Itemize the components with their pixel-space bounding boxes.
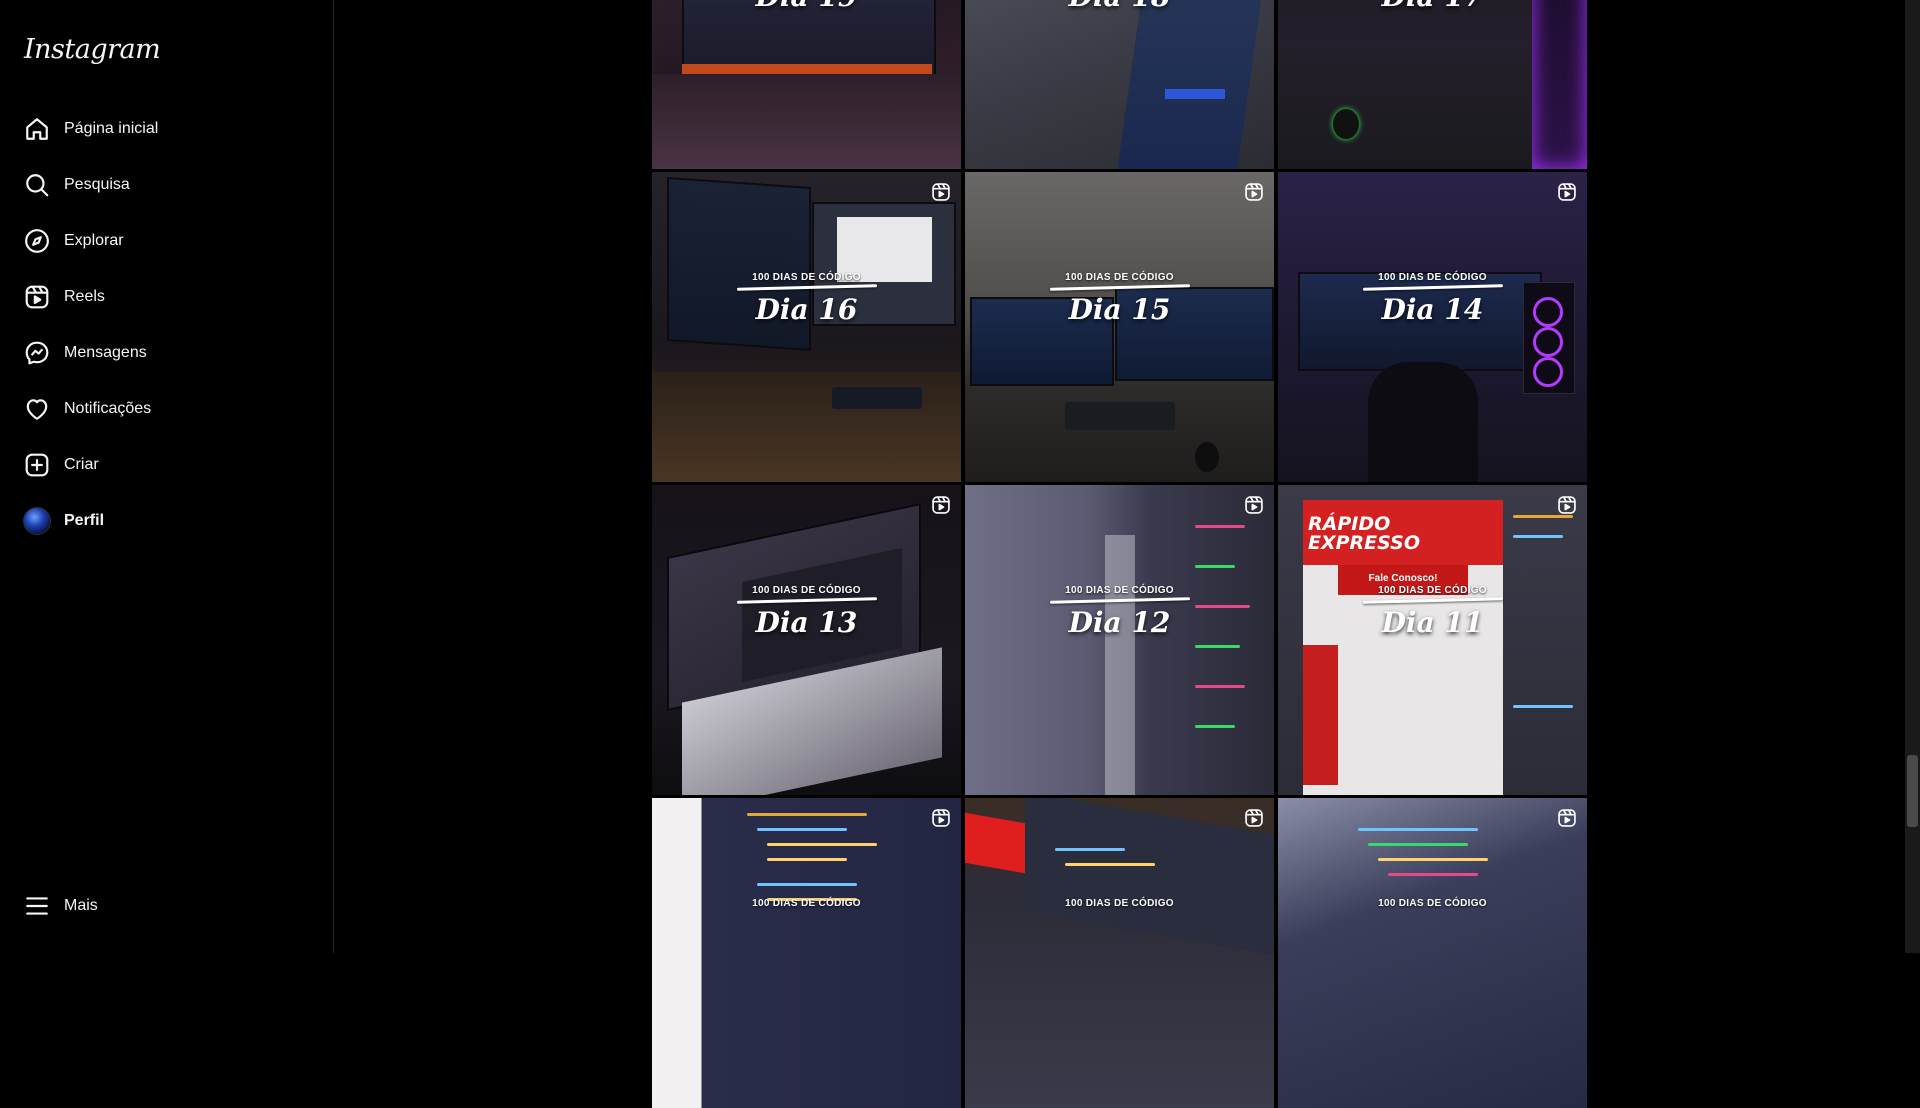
inner-brand-text: RÁPIDO EXPRESSO bbox=[1308, 513, 1421, 554]
post-tile[interactable]: 100 DIAS DE CÓDIGO Dia 13 bbox=[652, 485, 961, 795]
nav-label: Página inicial bbox=[64, 120, 159, 137]
caption-small: 100 DIAS DE CÓDIGO bbox=[1065, 272, 1174, 283]
nav-item-messages[interactable]: Mensagens bbox=[12, 329, 318, 377]
caption-small: 100 DIAS DE CÓDIGO bbox=[1378, 898, 1487, 909]
caption-small: 100 DIAS DE CÓDIGO bbox=[752, 272, 861, 283]
nav-item-more[interactable]: Mais bbox=[12, 882, 318, 930]
nav-label: Perfil bbox=[64, 512, 105, 529]
caption-small: 100 DIAS DE CÓDIGO bbox=[1065, 585, 1174, 596]
nav-label: Explorar bbox=[64, 232, 124, 249]
menu-icon bbox=[26, 897, 48, 915]
reel-icon bbox=[1245, 809, 1263, 827]
post-tile[interactable]: RÁPIDO EXPRESSO Fale Conosco! 100 DIAS D… bbox=[1278, 485, 1587, 795]
reel-icon bbox=[1558, 496, 1576, 514]
reel-icon bbox=[1558, 183, 1576, 201]
post-tile[interactable]: 100 DIAS DE CÓDIGO bbox=[1278, 798, 1587, 1108]
post-title: Dia 18 bbox=[965, 0, 1274, 13]
reel-icon bbox=[1558, 809, 1576, 827]
post-tile[interactable]: 100 DIAS DE CÓDIGO Dia 15 bbox=[965, 172, 1274, 482]
heart-icon bbox=[26, 399, 48, 420]
post-tile[interactable]: 100 DIAS DE CÓDIGODia 17 bbox=[1278, 0, 1587, 169]
nav-item-explore[interactable]: Explorar bbox=[12, 217, 318, 265]
caption-small: 100 DIAS DE CÓDIGO bbox=[1378, 585, 1487, 596]
inner-sub-text: Fale Conosco! bbox=[1368, 573, 1438, 584]
search-icon bbox=[26, 174, 49, 197]
instagram-logo[interactable]: Instagram bbox=[24, 34, 161, 65]
avatar bbox=[24, 508, 50, 534]
post-tile[interactable]: 100 DIAS DE CÓDIGO Dia 16 bbox=[652, 172, 961, 482]
home-icon bbox=[26, 118, 48, 140]
nav-label: Mensagens bbox=[64, 344, 147, 361]
caption-small: 100 DIAS DE CÓDIGO bbox=[752, 898, 861, 909]
post-tile[interactable]: 100 DIAS DE CÓDIGO bbox=[965, 798, 1274, 1108]
post-title: Dia 16 bbox=[755, 293, 858, 326]
post-title: Dia 13 bbox=[755, 606, 858, 639]
post-tile[interactable]: 100 DIAS DE CÓDIGO bbox=[652, 798, 961, 1108]
nav-item-home[interactable]: Página inicial bbox=[12, 105, 318, 153]
nav-item-notifications[interactable]: Notificações bbox=[12, 385, 318, 433]
nav-item-reels[interactable]: Reels bbox=[12, 273, 318, 321]
post-tile[interactable]: 100 DIAS DE CÓDIGO Dia 14 bbox=[1278, 172, 1587, 482]
nav-label: Reels bbox=[64, 288, 105, 305]
nav-item-search[interactable]: Pesquisa bbox=[12, 161, 318, 209]
nav-label: Pesquisa bbox=[64, 176, 130, 193]
post-title: Dia 11 bbox=[1381, 606, 1484, 639]
reel-icon bbox=[1245, 183, 1263, 201]
post-tile[interactable]: 100 DIAS DE CÓDIGODia 19 bbox=[652, 0, 961, 169]
post-title: Dia 15 bbox=[1068, 293, 1171, 326]
compass-icon bbox=[25, 229, 49, 253]
reel-icon bbox=[932, 183, 950, 201]
caption-small: 100 DIAS DE CÓDIGO bbox=[752, 585, 861, 596]
reels-icon bbox=[25, 285, 49, 309]
post-title: Dia 17 bbox=[1278, 0, 1587, 13]
nav-item-create[interactable]: Criar bbox=[12, 441, 318, 489]
caption-small: 100 DIAS DE CÓDIGO bbox=[1378, 272, 1487, 283]
nav-label: Criar bbox=[64, 456, 99, 473]
post-title: Dia 12 bbox=[1068, 606, 1171, 639]
messenger-icon bbox=[25, 341, 49, 365]
scrollbar-thumb[interactable] bbox=[1907, 755, 1918, 827]
post-title: Dia 19 bbox=[652, 0, 961, 13]
nav-label: Notificações bbox=[64, 400, 152, 417]
post-tile[interactable]: 100 DIAS DE CÓDIGO Dia 12 bbox=[965, 485, 1274, 795]
reel-icon bbox=[1245, 496, 1263, 514]
nav-item-profile[interactable]: Perfil bbox=[12, 497, 318, 545]
sidebar: Instagram Página inicial Pesquisa Explor… bbox=[0, 0, 334, 953]
reel-icon bbox=[932, 809, 950, 827]
plus-square-icon bbox=[25, 453, 49, 477]
nav-label: Mais bbox=[64, 897, 98, 914]
reel-icon bbox=[932, 496, 950, 514]
caption-small: 100 DIAS DE CÓDIGO bbox=[1065, 898, 1174, 909]
post-tile[interactable]: 100 DIAS DE CÓDIGODia 18 bbox=[965, 0, 1274, 169]
post-title: Dia 14 bbox=[1381, 293, 1484, 326]
